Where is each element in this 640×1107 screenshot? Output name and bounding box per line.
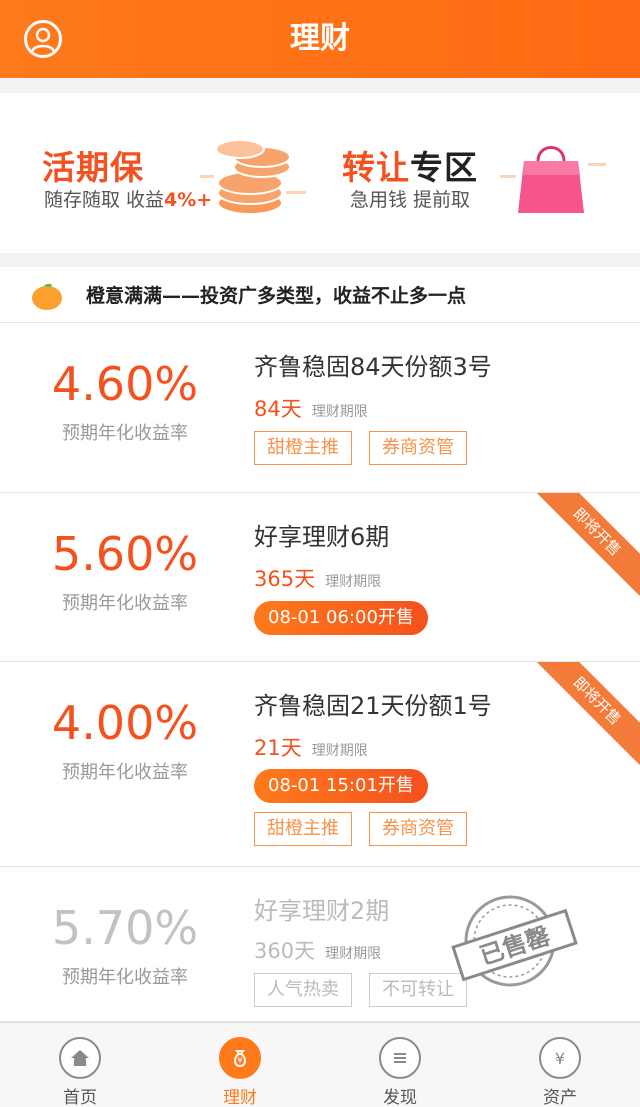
product-period: 360天 理财期限 <box>254 939 382 963</box>
expected-rate: 5.70% <box>51 901 199 955</box>
sold-out-stamp: 已售罄 <box>451 895 578 987</box>
product-period: 84天 理财期限 <box>254 397 368 421</box>
shopping-bag-icon <box>500 146 606 213</box>
promo-subtitle: 急用钱 提前取 <box>350 189 471 211</box>
current-deposit-promo[interactable]: 活期保 随存随取 收益4%+ <box>0 93 320 253</box>
product-name: 好享理财6期 <box>254 523 390 551</box>
expected-rate: 5.60% <box>51 527 199 581</box>
tab-label: 理财 <box>223 1088 257 1107</box>
product-card[interactable]: 4.60% 预期年化收益率 齐鲁稳固84天份额3号 84天 理财期限 甜橙主推 券… <box>0 323 640 493</box>
product-card[interactable]: 4.00% 预期年化收益率 齐鲁稳固21天份额1号 21天 理财期限 08-01 … <box>0 662 640 867</box>
product-card[interactable]: 5.60% 预期年化收益率 好享理财6期 365天 理财期限 08-01 06:0… <box>0 493 640 662</box>
expected-rate: 4.60% <box>51 357 199 411</box>
yuan-icon: ¥ <box>539 1037 581 1079</box>
product-period: 21天 理财期限 <box>254 736 368 760</box>
product-card[interactable]: 5.70% 预期年化收益率 好享理财2期 360天 理财期限 人气热卖 不可转让 … <box>0 867 640 1022</box>
home-icon <box>59 1037 101 1079</box>
tab-discover[interactable]: 发现 <box>320 1023 480 1107</box>
tab-label: 资产 <box>543 1088 577 1107</box>
tag-recommended: 甜橙主推 <box>254 812 352 846</box>
promo-title: 活期保 <box>42 148 144 187</box>
tab-label: 首页 <box>63 1088 97 1107</box>
rate-label: 预期年化收益率 <box>62 593 188 614</box>
page-title: 理财 <box>290 21 350 56</box>
slogan-bar: 橙意满满——投资广多类型，收益不止多一点 <box>0 267 640 323</box>
product-name: 齐鲁稳固21天份额1号 <box>254 692 492 720</box>
tab-label: 发现 <box>383 1088 417 1107</box>
promo-subtitle: 随存随取 收益4%+ <box>44 189 213 211</box>
svg-text:¥: ¥ <box>555 1049 565 1068</box>
tag-recommended: 甜橙主推 <box>254 431 352 465</box>
product-name: 好享理财2期 <box>254 897 390 925</box>
bottom-tab-bar: 首页 ¥ 理财 发现 ¥ 资产 <box>0 1022 640 1107</box>
tag-broker-managed: 券商资管 <box>369 431 467 465</box>
product-name: 齐鲁稳固84天份额3号 <box>254 353 492 381</box>
transfer-zone-promo[interactable]: 转让专区 急用钱 提前取 <box>320 93 640 253</box>
promo-banner: 活期保 随存随取 收益4%+ 转让专区 急用钱 提前取 <box>0 93 640 253</box>
svg-text:¥: ¥ <box>237 1056 242 1065</box>
expected-rate: 4.00% <box>51 696 199 750</box>
top-header: 理财 <box>0 0 640 78</box>
promo-title: 转让专区 <box>342 148 478 187</box>
tab-assets[interactable]: ¥ 资产 <box>480 1023 640 1107</box>
money-bag-icon: ¥ <box>219 1037 261 1079</box>
rate-label: 预期年化收益率 <box>62 423 188 444</box>
tab-home[interactable]: 首页 <box>0 1023 160 1107</box>
tag-broker-managed: 券商资管 <box>369 812 467 846</box>
slogan-text: 橙意满满——投资广多类型，收益不止多一点 <box>86 285 467 307</box>
sale-time-badge: 08-01 06:00开售 <box>254 601 428 635</box>
tag-hot-selling: 人气热卖 <box>254 973 352 1007</box>
discover-icon <box>379 1037 421 1079</box>
tab-finance[interactable]: ¥ 理财 <box>160 1023 320 1107</box>
sale-time-badge: 08-01 15:01开售 <box>254 769 428 803</box>
coming-soon-ribbon: 即将开售 <box>533 662 640 765</box>
coin-stack-icon <box>200 139 306 215</box>
rate-label: 预期年化收益率 <box>62 762 188 783</box>
coming-soon-ribbon: 即将开售 <box>533 493 640 596</box>
rate-label: 预期年化收益率 <box>62 967 188 988</box>
orange-fruit-icon <box>32 283 62 310</box>
product-period: 365天 理财期限 <box>254 567 382 591</box>
